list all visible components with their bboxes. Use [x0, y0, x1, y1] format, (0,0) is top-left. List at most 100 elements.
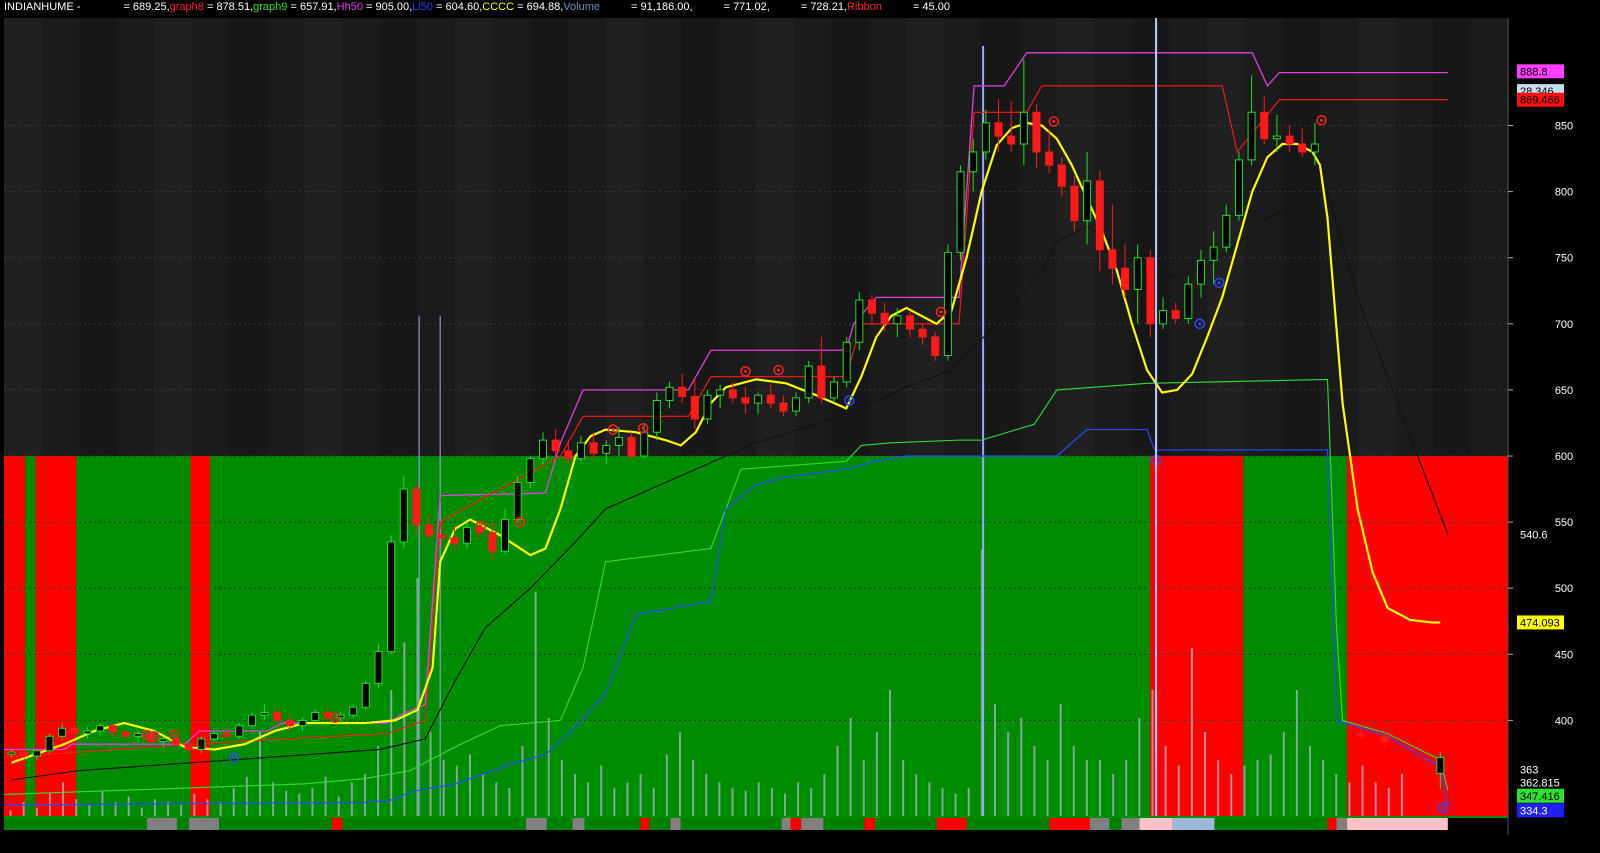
readout-0: = 689.25, [123, 1, 170, 13]
strip-segment [1336, 818, 1348, 830]
candle-body [121, 731, 130, 737]
candle-body [526, 458, 535, 483]
candle-body [361, 682, 370, 708]
readout-16: = 45.00 [909, 1, 950, 13]
tick-label: 850 [1555, 121, 1573, 133]
candle-body [943, 251, 952, 357]
candle-body [842, 341, 851, 383]
candle-body [488, 532, 497, 552]
candle-body [7, 751, 16, 755]
candle-body [538, 439, 547, 460]
candle-body [779, 402, 788, 412]
candle-body [1196, 259, 1205, 285]
strip-segment [874, 818, 937, 830]
candle-body [134, 733, 143, 737]
strip-segment [146, 818, 177, 830]
sell-signal-dot [611, 428, 615, 432]
tick-label: 700 [1555, 319, 1573, 331]
candle-body [412, 488, 421, 526]
strip-segment [864, 818, 875, 830]
candle-body [716, 389, 725, 396]
strip-segment [1109, 818, 1122, 830]
readout-14: = 728.21, [797, 1, 848, 13]
candle-body [665, 386, 674, 401]
candle-body [817, 365, 826, 399]
candle-body [1234, 159, 1243, 216]
candle-body [1108, 249, 1117, 269]
value-tag: 888.8 [1520, 66, 1548, 78]
candle-body [576, 442, 585, 460]
readout-6: = 905.00, [362, 1, 413, 13]
strip-segment [1049, 818, 1090, 830]
candle-body [1083, 180, 1092, 222]
candle-body [235, 725, 244, 737]
symbol-name: INDIANHUME - [4, 1, 81, 13]
candle-body [867, 299, 876, 314]
readout-4: = 657.91, [287, 1, 337, 13]
value-tag: 362.815 [1520, 778, 1560, 790]
bottom-signal-strip [4, 818, 1448, 830]
readout-2: = 878.51, [203, 1, 254, 13]
sell-signal-dot [1052, 120, 1056, 124]
candle-body [1380, 735, 1389, 743]
candle-body [32, 750, 41, 757]
buy-signal-dot [847, 398, 851, 402]
candle-body [931, 336, 940, 357]
candle-body [20, 751, 29, 757]
candle-body [766, 394, 775, 404]
candle-body [1285, 135, 1294, 145]
readout-1: graph8 [169, 1, 204, 13]
candle-body [804, 365, 813, 399]
candle-body [222, 733, 231, 737]
candle-body [387, 541, 396, 653]
sell-signal-dot [641, 426, 645, 430]
strip-segment [1327, 818, 1337, 830]
sell-signal-dot [145, 733, 149, 737]
sell-signal-dot [1320, 118, 1324, 122]
candle-body [463, 526, 472, 544]
strip-segment [823, 818, 865, 830]
strip-segment [801, 818, 824, 830]
readout-10: = 694.88, [514, 1, 564, 13]
value-tag: 363 [1520, 764, 1538, 776]
tick-label: 400 [1555, 715, 1573, 727]
candle-body [956, 171, 965, 253]
candle-body [1019, 111, 1028, 145]
readout-7: Ll50 [412, 1, 434, 13]
candle-body [1310, 143, 1319, 153]
candle-body [1121, 267, 1130, 290]
ribbon-zone [1347, 456, 1508, 816]
readout-13: = 771.02, [720, 1, 770, 13]
candle-body [450, 537, 459, 544]
strip-segment [342, 818, 526, 830]
candle-body [1133, 257, 1142, 290]
readout-12: = 91,186.00, [628, 1, 693, 13]
strip-segment [176, 818, 189, 830]
tick-label: 500 [1555, 583, 1573, 595]
ribbon-zone [1243, 456, 1348, 816]
candle-body [501, 518, 510, 552]
strip-segment [1089, 818, 1110, 830]
strip-segment [670, 818, 681, 830]
candle-body [589, 442, 598, 454]
strip-segment [1214, 818, 1328, 830]
candle-body [285, 719, 294, 727]
price-axis: 40045050055060065070075080085028.346888.… [1507, 0, 1600, 853]
candle-body [1057, 164, 1066, 187]
strip-segment [781, 818, 791, 830]
candle-body [880, 312, 889, 325]
candle-body [1209, 246, 1218, 261]
buy-signal-dot [1198, 322, 1202, 326]
buy-signal-dot [1441, 806, 1445, 810]
strip-segment [1172, 818, 1215, 830]
ribbon-zone [35, 456, 77, 816]
candle-body [349, 706, 358, 716]
candlestick-chart[interactable]: 40045050055060065070075080085028.346888.… [0, 0, 1600, 853]
candle-body [96, 725, 105, 732]
strip-segment [966, 818, 1050, 830]
strip-segment [1347, 818, 1448, 830]
ribbon-zone [1150, 456, 1244, 816]
candle-body [652, 399, 661, 433]
readout-3: graph9 [253, 1, 288, 13]
buy-signal-dot [1217, 281, 1221, 285]
